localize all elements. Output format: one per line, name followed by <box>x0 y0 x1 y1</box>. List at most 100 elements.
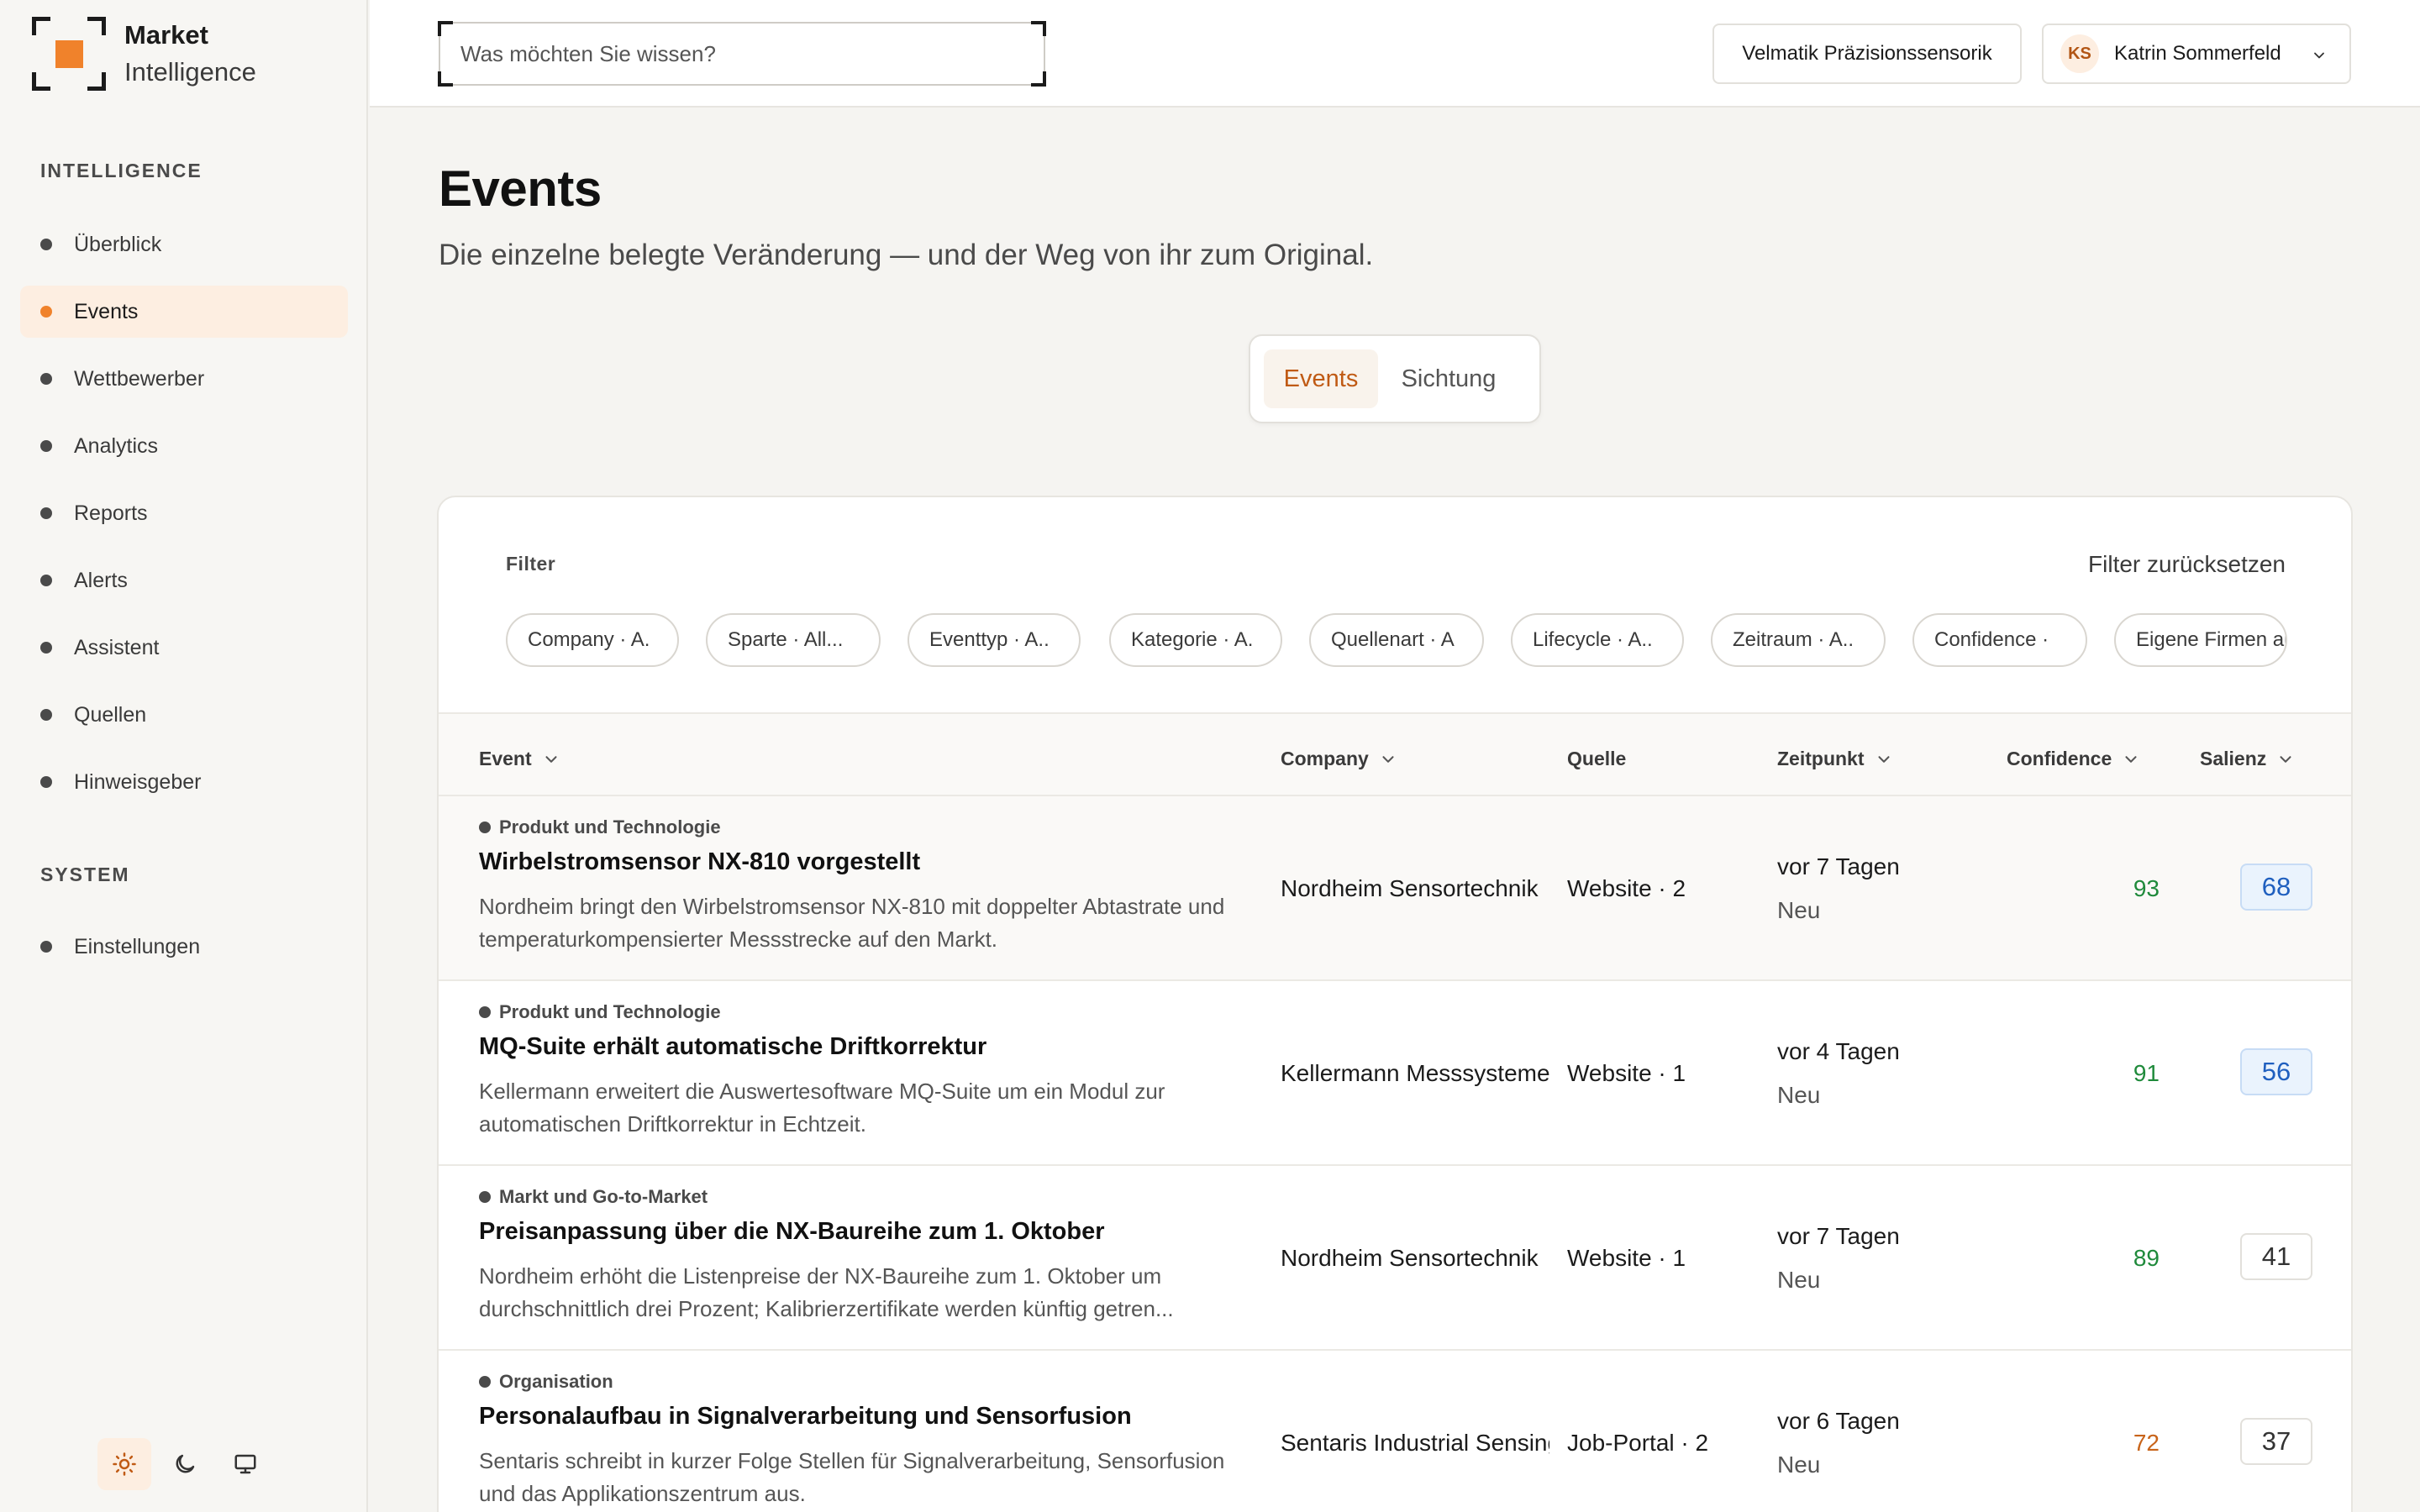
sidebar-item-quellen[interactable]: Quellen <box>20 689 348 741</box>
event-source[interactable]: Job-Portal · 2 <box>1567 1430 1708 1457</box>
moon-icon <box>176 1454 195 1473</box>
sidebar-item-label: Assistent <box>74 635 160 659</box>
app-logo[interactable]: Market Intelligence <box>32 17 256 91</box>
table-row[interactable]: Organisation Personalaufbau in Signalver… <box>439 1351 2351 1512</box>
event-title[interactable]: Wirbelstromsensor NX-810 vorgestellt <box>479 848 920 876</box>
event-company: Sentaris Industrial Sensing <box>1281 1430 1549 1456</box>
sidebar-item-label: Hinweisgeber <box>74 769 202 794</box>
topbar: Velmatik Präzisionssensorik KS Katrin So… <box>370 0 2420 108</box>
sidebar-item-einstellungen[interactable]: Einstellungen <box>20 921 348 973</box>
sidebar-item-label: Events <box>74 299 139 323</box>
event-status: Neu <box>1777 897 1821 923</box>
theme-dark-button[interactable] <box>158 1438 212 1490</box>
filter-chip-company[interactable]: Company · A. <box>506 613 679 667</box>
user-name: Katrin Sommerfeld <box>2114 42 2281 65</box>
bullet-icon <box>40 941 52 953</box>
event-time: vor 6 Tagen <box>1777 1408 1900 1434</box>
column-header-salienz[interactable]: Salienz <box>2200 748 2295 770</box>
sidebar-item-assistent[interactable]: Assistent <box>20 622 348 674</box>
chevron-down-icon <box>545 755 557 763</box>
table-row[interactable]: Markt und Go-to-Market Preisanpassung üb… <box>439 1166 2351 1351</box>
table-row[interactable]: Produkt und Technologie Wirbelstromsenso… <box>439 796 2351 981</box>
sidebar-item-label: Alerts <box>74 568 128 592</box>
sun-icon <box>113 1452 136 1476</box>
tab-events[interactable]: Events <box>1264 349 1378 408</box>
filter-chip-quellenart[interactable]: Quellenart · A <box>1309 613 1484 667</box>
filter-chip-kategorie[interactable]: Kategorie · A. <box>1109 613 1282 667</box>
page-subtitle: Die einzelne belegte Veränderung — und d… <box>439 239 1374 271</box>
column-header-label: Confidence <box>2007 748 2112 769</box>
filter-chip-eigene-firmen[interactable]: Eigene Firmen ausblenden · <box>2114 613 2287 667</box>
event-salience-badge: 56 <box>2240 1048 2312 1095</box>
sidebar-item-label: Reports <box>74 501 148 525</box>
column-header-event[interactable]: Event <box>479 748 560 770</box>
chevron-down-icon <box>1877 755 1890 763</box>
theme-switcher <box>97 1438 272 1490</box>
event-description: Sentaris schreibt in kurzer Folge Stelle… <box>479 1448 1225 1506</box>
event-category: Organisation <box>479 1371 613 1393</box>
filter-chip-confidence[interactable]: Confidence · <box>1912 613 2087 667</box>
sidebar-item-label: Analytics <box>74 433 159 458</box>
sidebar-item-alerts[interactable]: Alerts <box>20 554 348 606</box>
column-header-confidence[interactable]: Confidence <box>2007 748 2140 770</box>
filter-chip-lifecycle[interactable]: Lifecycle · A.. <box>1511 613 1684 667</box>
events-card: Filter Filter zurücksetzen Company · A. … <box>437 496 2353 1512</box>
event-time: vor 7 Tagen <box>1777 1223 1900 1249</box>
bullet-icon <box>40 239 52 250</box>
column-header-label: Company <box>1281 748 1369 769</box>
sidebar-item-wettbewerber[interactable]: Wettbewerber <box>20 353 348 405</box>
bullet-icon <box>40 575 52 586</box>
event-title[interactable]: Preisanpassung über die NX-Baureihe zum … <box>479 1218 1105 1246</box>
event-description: Nordheim erhöht die Listenpreise der NX-… <box>479 1263 1174 1321</box>
event-source[interactable]: Website · 1 <box>1567 1245 1686 1272</box>
user-menu-button[interactable]: KS Katrin Sommerfeld <box>2042 24 2351 84</box>
app-name: Market Intelligence <box>124 17 256 91</box>
table-header: Event Company Quelle Zeitpunkt Confidenc… <box>439 712 2351 796</box>
monitor-icon <box>234 1454 256 1474</box>
column-header-label: Quelle <box>1567 748 1627 769</box>
filter-reset-button[interactable]: Filter zurücksetzen <box>2088 551 2286 578</box>
event-confidence: 89 <box>2133 1245 2160 1271</box>
theme-system-button[interactable] <box>218 1438 272 1490</box>
event-category: Produkt und Technologie <box>479 1001 721 1023</box>
event-salience-badge: 68 <box>2240 864 2312 911</box>
view-tabs: Events Sichtung <box>1249 334 1541 423</box>
theme-light-button[interactable] <box>97 1438 151 1490</box>
event-status: Neu <box>1777 1082 1821 1108</box>
event-category: Markt und Go-to-Market <box>479 1186 708 1208</box>
bullet-icon <box>40 440 52 452</box>
table-row[interactable]: Produkt und Technologie MQ-Suite erhält … <box>439 981 2351 1166</box>
sidebar-item-hinweisgeber[interactable]: Hinweisgeber <box>20 756 348 808</box>
filter-chip-sparte[interactable]: Sparte · All... <box>706 613 881 667</box>
filter-chip-zeitraum[interactable]: Zeitraum · A.. <box>1711 613 1886 667</box>
search-input[interactable] <box>440 24 1044 84</box>
event-category-label: Produkt und Technologie <box>499 1001 721 1022</box>
column-header-company[interactable]: Company <box>1281 748 1397 770</box>
bullet-icon <box>40 373 52 385</box>
tab-sichtung[interactable]: Sichtung <box>1392 349 1506 408</box>
event-title[interactable]: Personalaufbau in Signalverarbeitung und… <box>479 1403 1132 1431</box>
column-header-label: Salienz <box>2200 748 2267 769</box>
bullet-icon <box>40 776 52 788</box>
event-source[interactable]: Website · 2 <box>1567 875 1686 902</box>
column-header-zeitpunkt[interactable]: Zeitpunkt <box>1777 748 1893 770</box>
event-company: Nordheim Sensortechnik <box>1281 1245 1539 1271</box>
chevron-down-icon <box>1382 755 1394 763</box>
event-company: Nordheim Sensortechnik <box>1281 875 1539 901</box>
sidebar-item-analytics[interactable]: Analytics <box>20 420 348 472</box>
event-category-label: Organisation <box>499 1371 613 1392</box>
filter-chip-eventtyp[interactable]: Eventtyp · A.. <box>908 613 1081 667</box>
event-confidence: 93 <box>2133 875 2160 901</box>
event-confidence: 91 <box>2133 1060 2160 1086</box>
event-category-label: Markt und Go-to-Market <box>499 1186 708 1207</box>
event-source[interactable]: Website · 1 <box>1567 1060 1686 1087</box>
app-name-line2: Intelligence <box>124 57 256 87</box>
event-title[interactable]: MQ-Suite erhält automatische Driftkorrek… <box>479 1033 986 1061</box>
category-dot-icon <box>479 822 491 833</box>
chevron-down-icon <box>2280 755 2291 763</box>
sidebar-item-reports[interactable]: Reports <box>20 487 348 539</box>
sidebar-item-ueberblick[interactable]: Überblick <box>20 218 348 270</box>
organization-selector[interactable]: Velmatik Präzisionssensorik <box>1712 24 2022 84</box>
sidebar-item-events[interactable]: Events <box>20 286 348 338</box>
category-dot-icon <box>479 1191 491 1203</box>
